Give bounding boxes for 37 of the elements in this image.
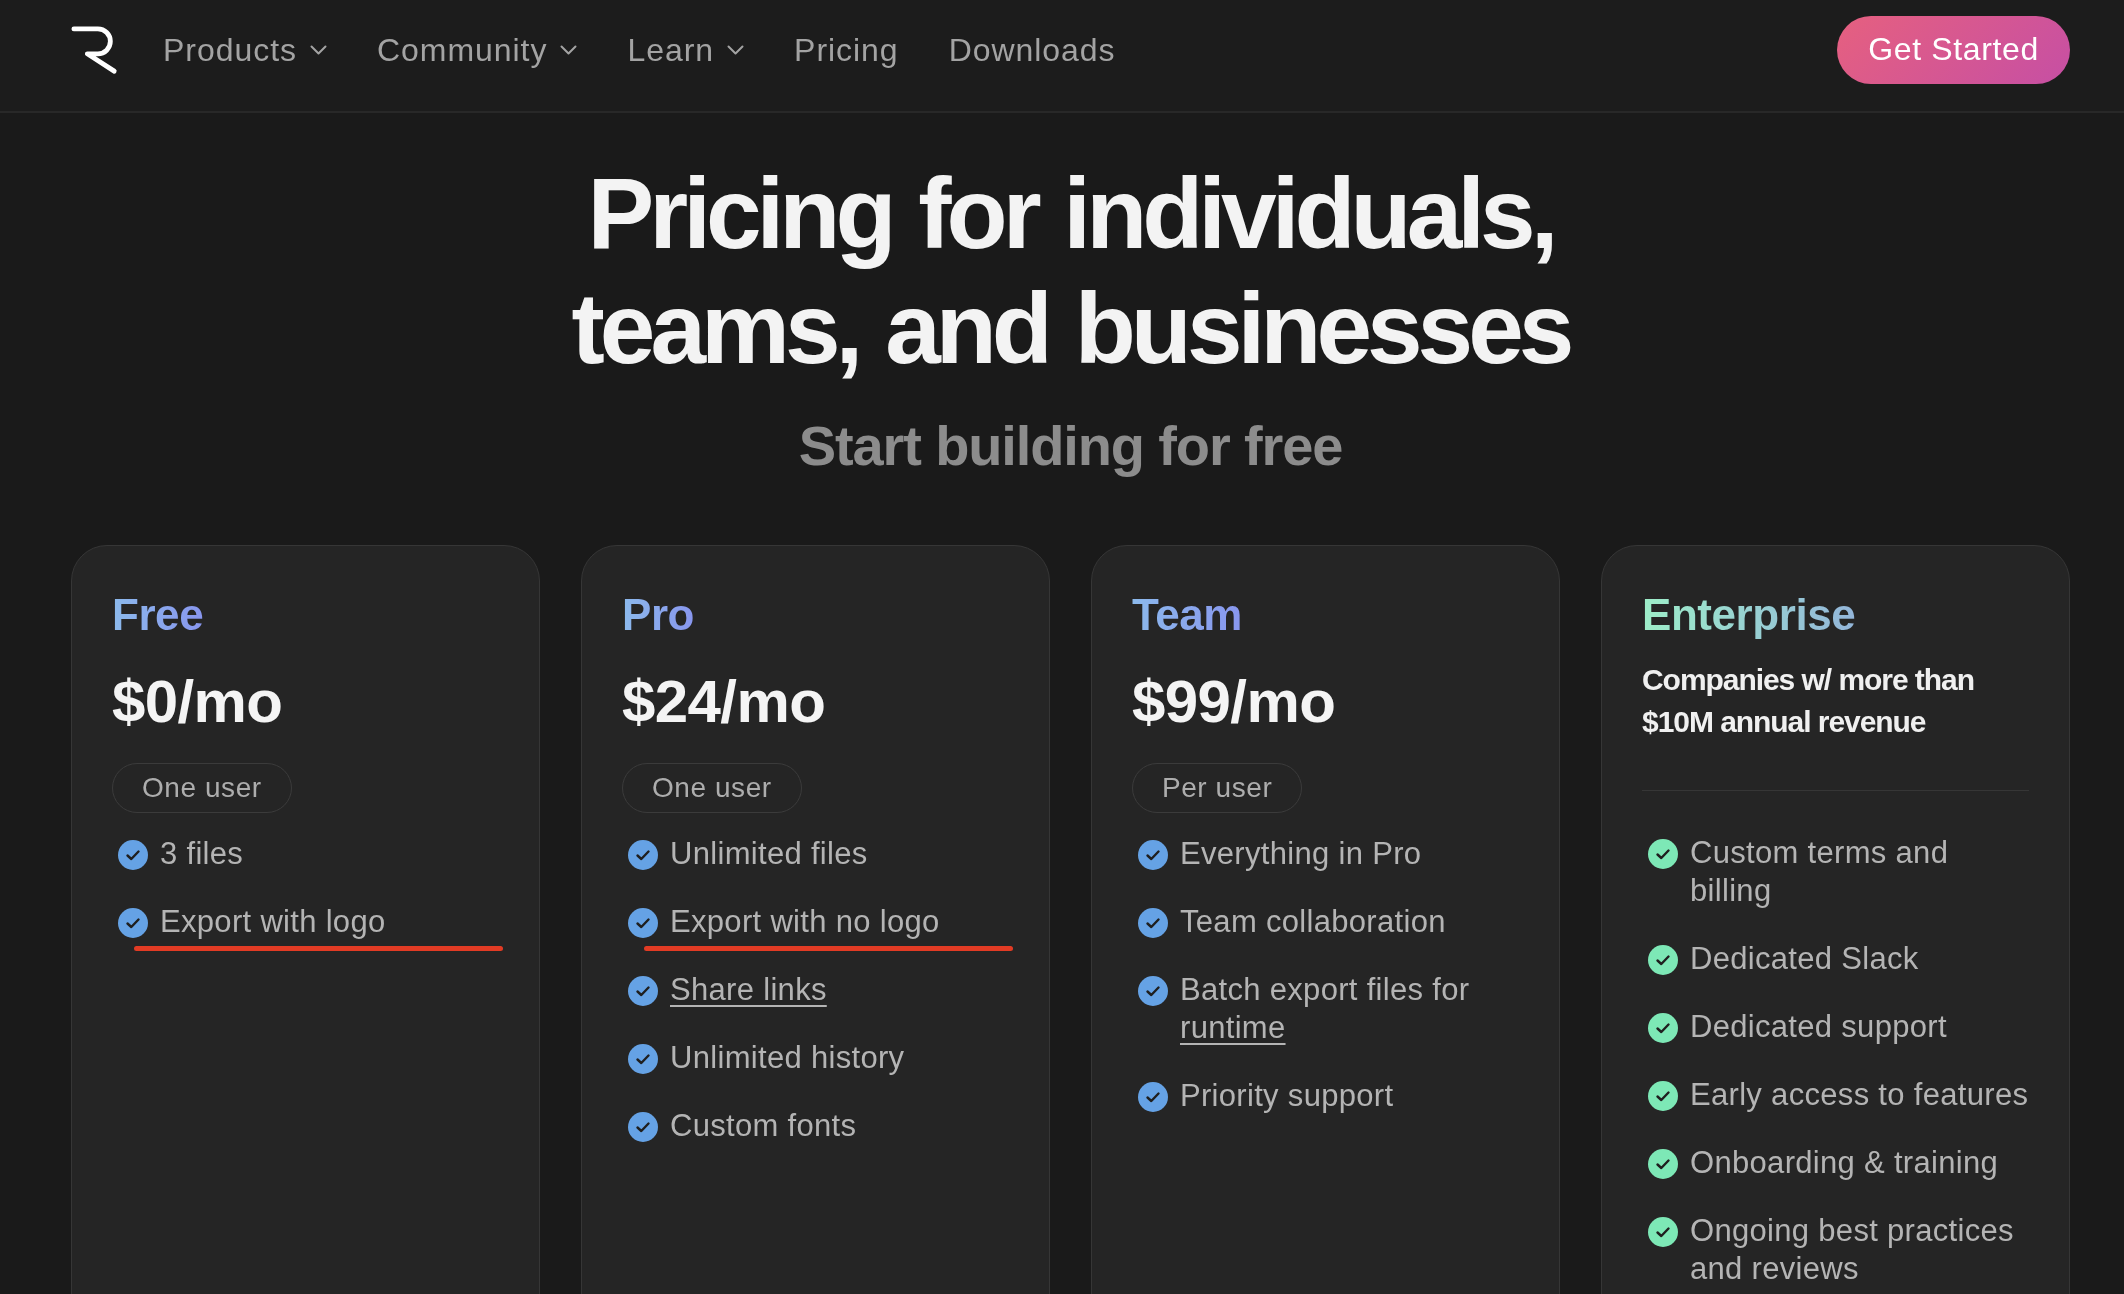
- nav-link[interactable]: Community: [376, 29, 578, 70]
- billing-unit-tag: One user: [622, 763, 802, 813]
- chevron-down-icon: [560, 44, 578, 55]
- feature-link[interactable]: Share links: [670, 971, 827, 1009]
- feature-text: Custom terms and billing: [1690, 834, 1950, 910]
- feature-link[interactable]: runtime: [1180, 1010, 1286, 1045]
- billing-unit-tag: Per user: [1132, 763, 1303, 813]
- feature-text: Early access to features: [1690, 1076, 2029, 1114]
- plan-price: $24/mo: [622, 667, 827, 737]
- feature-text: Priority support: [1180, 1077, 1394, 1115]
- feature-text: Ongoing best practices and reviews: [1690, 1212, 2015, 1288]
- chevron-down-icon: [309, 44, 327, 55]
- feature-text: Batch export files for runtime: [1180, 971, 1471, 1047]
- feature-text: 3 files: [160, 835, 244, 873]
- feature-text: Unlimited files: [670, 835, 868, 873]
- logo-icon[interactable]: [71, 24, 119, 75]
- plan-price: $99/mo: [1132, 667, 1337, 737]
- nav-link[interactable]: Downloads: [948, 29, 1116, 70]
- feature-text: Unlimited history: [670, 1039, 905, 1077]
- plan-description: Companies w/ more than $10M annual revenue: [1642, 662, 1975, 740]
- feature-text: Everything in Pro: [1180, 835, 1422, 873]
- plan-price: $0/mo: [112, 667, 284, 737]
- page-subtitle: Start building for free: [797, 414, 1344, 478]
- feature-text: Onboarding & training: [1690, 1144, 1999, 1182]
- feature-text: Dedicated Slack: [1690, 940, 1919, 978]
- billing-unit-tag: One user: [112, 763, 292, 813]
- nav-link[interactable]: Products: [163, 29, 327, 70]
- get-started-button[interactable]: Get Started: [1837, 15, 2070, 84]
- nav-link[interactable]: Learn: [627, 29, 745, 70]
- chevron-down-icon: [727, 44, 745, 55]
- nav-link[interactable]: Pricing: [794, 29, 899, 70]
- feature-text: Export with logo: [160, 903, 386, 941]
- page-title: Pricing for individuals, teams, and businesses: [570, 156, 1571, 386]
- feature-text: Export with no logo: [670, 903, 940, 941]
- feature-text: Dedicated support: [1690, 1008, 1947, 1046]
- feature-text: Custom fonts: [670, 1107, 857, 1145]
- feature-text: Team collaboration: [1180, 903, 1446, 941]
